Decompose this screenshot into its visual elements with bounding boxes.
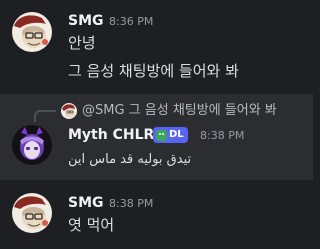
reply-avatar[interactable] [61, 103, 77, 119]
message-text: تيدق بوليه قد ماس اين [68, 152, 192, 167]
reply-preview-text[interactable]: @SMG 그 음성 채팅방에 들어와 봐 [82, 102, 277, 119]
app-badge[interactable]: DL [153, 127, 188, 143]
bot-icon [156, 129, 167, 141]
reply-connector [34, 110, 56, 122]
message-text: 엿 먹어 [68, 216, 115, 234]
author-name[interactable]: Myth CHLR [68, 127, 154, 144]
badge-label: DL [169, 129, 184, 140]
message-timestamp: 8:38 PM [200, 129, 245, 142]
message-timestamp: 8:38 PM [109, 197, 154, 210]
message-text: 그 음성 채팅방에 들어와 봐 [68, 62, 239, 80]
author-name[interactable]: SMG [68, 13, 104, 30]
message-timestamp: 8:36 PM [109, 15, 154, 28]
smg-avatar[interactable] [12, 193, 52, 233]
author-name[interactable]: SMG [68, 195, 104, 212]
smg-avatar[interactable] [12, 12, 52, 52]
message-text: 안녕 [68, 34, 96, 52]
myth-chlr-avatar[interactable] [12, 125, 52, 165]
